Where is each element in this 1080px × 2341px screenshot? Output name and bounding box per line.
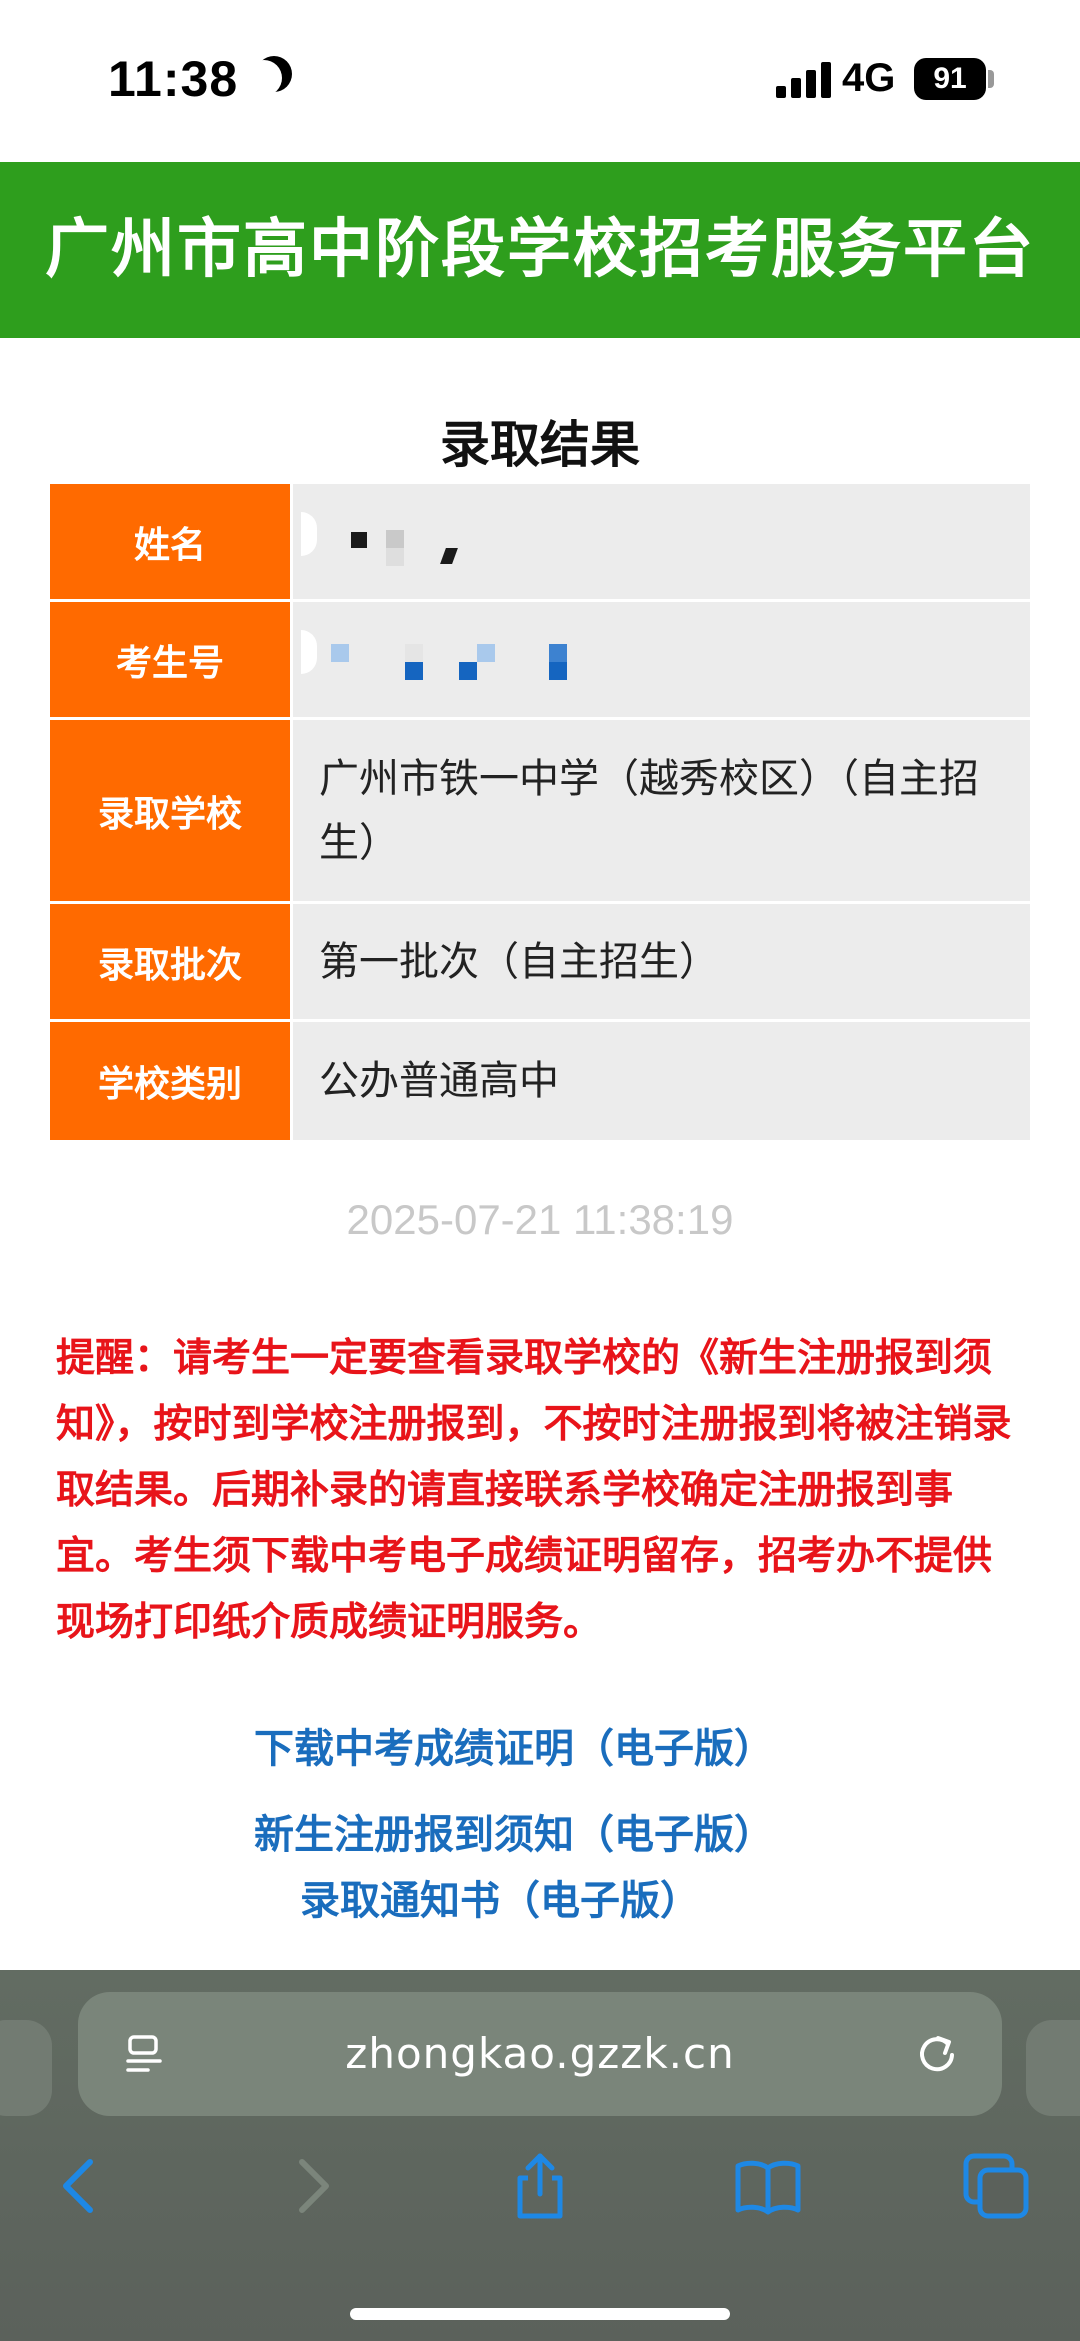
next-tab-preview[interactable] bbox=[1026, 2020, 1080, 2116]
moon-icon bbox=[246, 60, 282, 96]
redaction-mosaic bbox=[293, 602, 1030, 717]
url-text: zhongkao.gzzk.cn bbox=[345, 2029, 735, 2078]
status-bar: 11:38 4G 91 bbox=[0, 0, 1080, 160]
battery-cap bbox=[988, 70, 994, 88]
network-label: 4G bbox=[842, 56, 896, 100]
status-time: 11:38 bbox=[108, 51, 239, 107]
battery-icon: 91 bbox=[914, 58, 986, 100]
tabs-icon[interactable] bbox=[960, 2150, 1032, 2222]
query-timestamp: 2025-07-21 11:38:19 bbox=[346, 1196, 734, 1243]
share-icon[interactable] bbox=[504, 2150, 576, 2222]
batch-value: 第一批次（自主招生） bbox=[293, 904, 1030, 1019]
row-label: 姓名 bbox=[50, 484, 290, 599]
site-title: 广州市高中阶段学校招考服务平台 bbox=[45, 213, 1035, 287]
category-value: 公办普通高中 bbox=[293, 1022, 1030, 1140]
exam-id-value-redacted bbox=[293, 602, 1030, 717]
row-label: 录取批次 bbox=[50, 904, 290, 1019]
address-bar[interactable]: zhongkao.gzzk.cn bbox=[78, 1992, 1002, 2116]
name-value-redacted bbox=[293, 484, 1030, 599]
row-label: 录取学校 bbox=[50, 720, 290, 901]
table-row-batch: 录取批次 第一批次（自主招生） bbox=[50, 904, 1030, 1022]
registration-notice-link[interactable]: 新生注册报到须知（电子版） bbox=[254, 1802, 774, 1860]
home-indicator[interactable] bbox=[350, 2308, 730, 2320]
redaction-mosaic bbox=[293, 484, 1030, 599]
table-row-exam-id: 考生号 bbox=[50, 602, 1030, 720]
result-table: 姓名 考生号 录取学校 广州市铁一中学（越秀校区）（自主招生） 录取批次 第一批… bbox=[50, 484, 1030, 1140]
bookmarks-icon[interactable] bbox=[732, 2150, 804, 2222]
signal-icon bbox=[776, 62, 832, 98]
previous-tab-preview[interactable] bbox=[0, 2020, 52, 2116]
row-label: 考生号 bbox=[50, 602, 290, 717]
table-row-school: 录取学校 广州市铁一中学（越秀校区）（自主招生） bbox=[50, 720, 1030, 904]
reminder-text: 提醒：请考生一定要查看录取学校的《新生注册报到须知》，按时到学校注册报到，不按时… bbox=[56, 1336, 1012, 1645]
admission-letter-link[interactable]: 录取通知书（电子版） bbox=[300, 1868, 700, 1926]
result-title: 录取结果 bbox=[440, 416, 640, 474]
forward-icon[interactable] bbox=[276, 2150, 348, 2222]
reload-icon[interactable] bbox=[912, 2028, 962, 2078]
school-value: 广州市铁一中学（越秀校区）（自主招生） bbox=[293, 720, 1030, 901]
row-label: 学校类别 bbox=[50, 1022, 290, 1140]
battery-level: 91 bbox=[933, 62, 967, 95]
download-score-link[interactable]: 下载中考成绩证明（电子版） bbox=[254, 1716, 774, 1774]
table-row-name: 姓名 bbox=[50, 484, 1030, 602]
back-icon[interactable] bbox=[44, 2150, 116, 2222]
table-row-category: 学校类别 公办普通高中 bbox=[50, 1022, 1030, 1140]
site-header: 广州市高中阶段学校招考服务平台 bbox=[0, 162, 1080, 338]
